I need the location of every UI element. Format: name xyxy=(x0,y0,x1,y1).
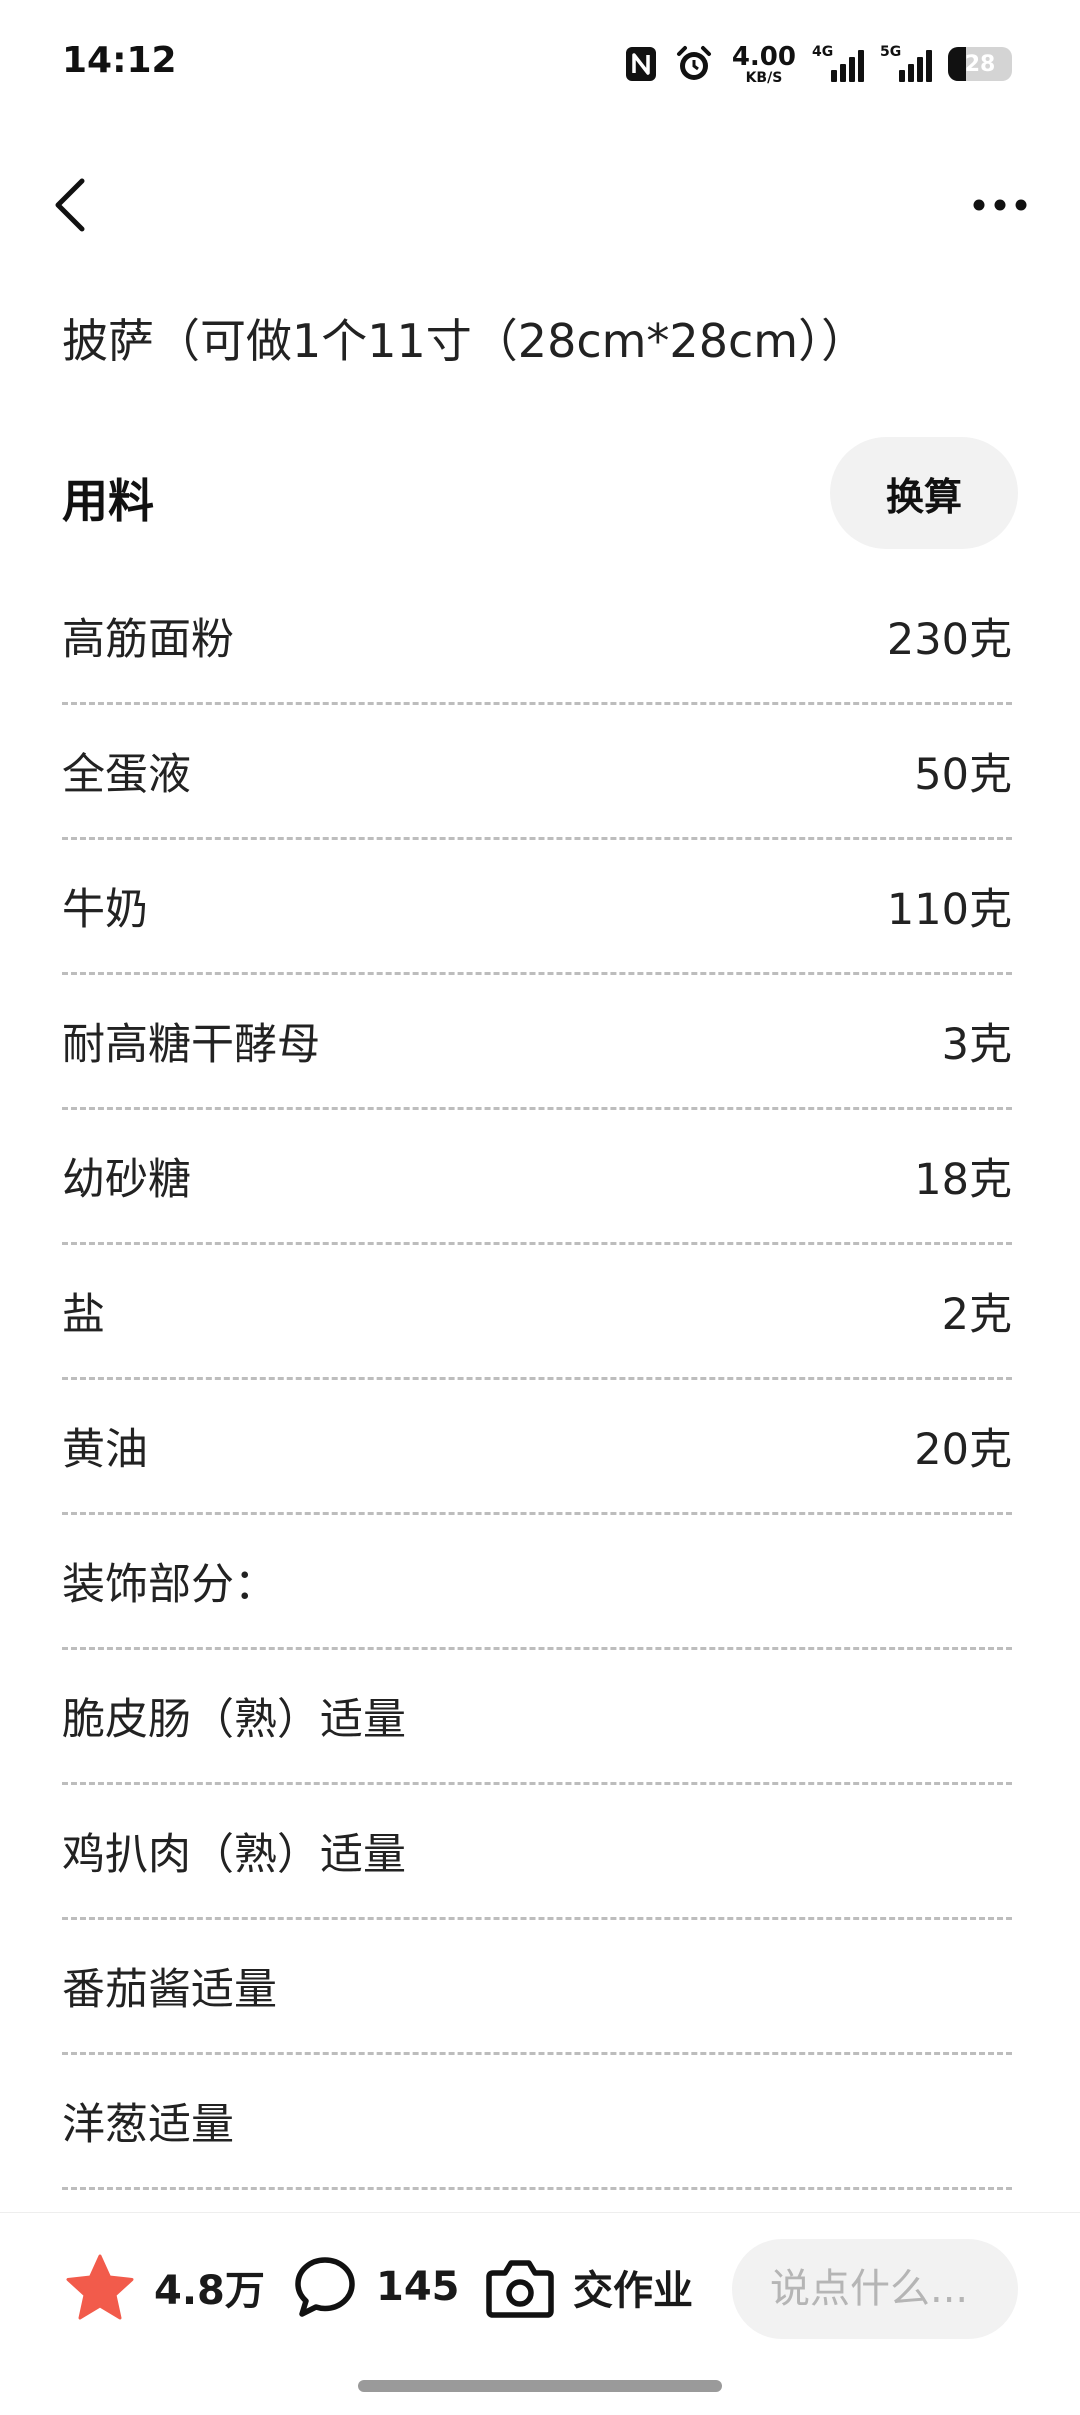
ingredient-row: 番茄酱适量 xyxy=(62,1920,1012,2055)
ingredient-name: 黄油 xyxy=(62,1425,148,1475)
ingredient-name: 耐高糖干酵母 xyxy=(62,1020,320,1070)
comment-input[interactable] xyxy=(732,2239,1018,2339)
battery-level: 28 xyxy=(964,51,996,77)
ingredient-amount: 20克 xyxy=(914,1425,1012,1475)
ingredient-row: 鸡扒肉（熟）适量 xyxy=(62,1785,1012,1920)
chevron-left-icon xyxy=(55,178,85,232)
homework-label: 交作业 xyxy=(573,2268,693,2314)
ingredient-row: 全蛋液 50克 xyxy=(62,705,1012,840)
ingredient-row: 高筋面粉 230克 xyxy=(62,570,1012,705)
ingredient-amount: 230克 xyxy=(886,615,1012,665)
more-dots-icon xyxy=(973,199,1027,211)
homework-button[interactable]: 交作业 xyxy=(485,2237,693,2337)
ingredient-row: 洋葱适量 xyxy=(62,2055,1012,2190)
favorite-count: 4.8万 xyxy=(154,2268,265,2314)
ingredient-amount: 3克 xyxy=(941,1020,1012,1070)
ingredients-title: 用料 xyxy=(62,474,154,528)
network-speed-unit: KB/S xyxy=(745,69,783,86)
more-button[interactable] xyxy=(960,170,1040,240)
camera-icon xyxy=(486,2260,554,2318)
ingredient-amount: 2克 xyxy=(941,1290,1012,1340)
ingredient-name: 脆皮肠（熟）适量 xyxy=(62,1695,406,1745)
ingredient-row: 脆皮肠（熟）适量 xyxy=(62,1650,1012,1785)
status-icons: 4.00 KB/S 4G 5G 28 xyxy=(624,40,1012,88)
network-speed: 4.00 KB/S xyxy=(732,44,796,85)
battery-icon: 28 xyxy=(948,47,1012,81)
favorite-button[interactable]: 4.8万 xyxy=(64,2237,265,2337)
ingredient-row: 盐 2克 xyxy=(62,1245,1012,1380)
signal-4g-icon: 4G xyxy=(812,44,864,84)
ingredient-name: 洋葱适量 xyxy=(62,2100,234,2150)
alarm-icon xyxy=(674,44,714,84)
ingredient-row: 牛奶 110克 xyxy=(62,840,1012,975)
ingredient-row: 黄油 20克 xyxy=(62,1380,1012,1515)
comment-count: 145 xyxy=(376,2264,460,2310)
ingredient-amount: 18克 xyxy=(914,1155,1012,1205)
recipe-title: 披萨（可做1个11寸（28cm*28cm）） xyxy=(62,314,868,368)
ingredient-name: 装饰部分： xyxy=(62,1560,277,1610)
ingredient-name: 全蛋液 xyxy=(62,750,191,800)
ingredient-name: 高筋面粉 xyxy=(62,615,234,665)
bottom-action-bar: 4.8万 145 交作业 xyxy=(0,2212,1080,2363)
ingredient-name: 幼砂糖 xyxy=(62,1155,191,1205)
star-icon xyxy=(66,2254,134,2320)
convert-button[interactable]: 换算 xyxy=(830,437,1018,549)
ingredient-name: 鸡扒肉（熟）适量 xyxy=(62,1830,406,1880)
comment-button[interactable]: 145 xyxy=(292,2237,460,2337)
status-bar: 14:12 4.00 KB/S 4G 5G 28 xyxy=(0,0,1080,130)
status-time: 14:12 xyxy=(62,40,177,81)
ingredient-row: 装饰部分： xyxy=(62,1515,1012,1650)
home-indicator[interactable] xyxy=(358,2380,722,2392)
ingredient-list: 高筋面粉 230克 全蛋液 50克 牛奶 110克 耐高糖干酵母 3克 幼砂糖 … xyxy=(62,570,1012,2190)
ingredient-amount: 50克 xyxy=(914,750,1012,800)
back-button[interactable] xyxy=(50,170,120,240)
signal-5g-icon: 5G xyxy=(880,44,932,84)
ingredient-amount: 110克 xyxy=(886,885,1012,935)
ingredient-name: 番茄酱适量 xyxy=(62,1965,277,2015)
comment-bubble-icon xyxy=(295,2257,355,2317)
ingredient-row: 耐高糖干酵母 3克 xyxy=(62,975,1012,1110)
ingredient-name: 盐 xyxy=(62,1290,105,1340)
nfc-icon xyxy=(624,45,658,83)
nav-bar xyxy=(0,160,1080,250)
ingredient-row: 幼砂糖 18克 xyxy=(62,1110,1012,1245)
network-speed-value: 4.00 xyxy=(731,41,796,72)
ingredient-name: 牛奶 xyxy=(62,885,148,935)
